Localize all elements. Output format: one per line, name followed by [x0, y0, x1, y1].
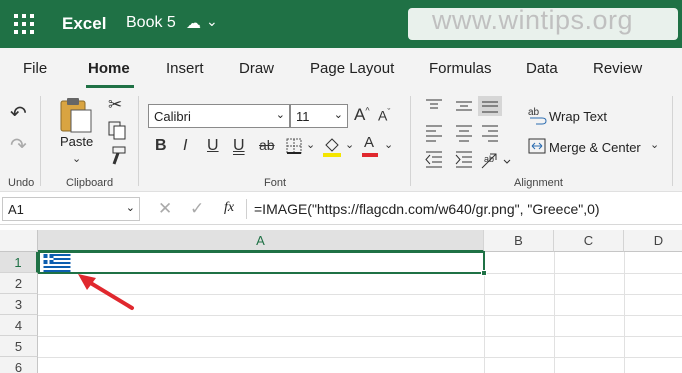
- divider: [246, 199, 247, 219]
- formula-input[interactable]: =IMAGE("https://flagcdn.com/w640/gr.png"…: [254, 201, 600, 217]
- chevron-down-icon: [503, 159, 511, 164]
- align-center-icon: [456, 125, 472, 142]
- name-box-value: A1: [8, 202, 24, 217]
- name-box[interactable]: A1 ⌄: [2, 197, 140, 221]
- wrap-text-icon[interactable]: ab: [528, 106, 548, 126]
- underline-icon[interactable]: U: [207, 138, 219, 154]
- merge-center-button[interactable]: Merge & Center: [549, 140, 641, 155]
- column-header-c[interactable]: C: [554, 230, 624, 252]
- increase-font-icon[interactable]: A^: [354, 106, 370, 123]
- column-header-a[interactable]: A: [38, 230, 484, 252]
- font-size-dropdown[interactable]: 11 ⌄: [290, 104, 348, 128]
- font-color-swatch: [362, 153, 378, 157]
- divider: [410, 96, 411, 186]
- row-header-6[interactable]: 6: [0, 357, 38, 373]
- chevron-down-icon[interactable]: ⌄: [72, 154, 81, 165]
- chevron-down-icon[interactable]: ⌄: [345, 140, 354, 151]
- app-name[interactable]: Excel: [62, 14, 106, 34]
- select-all-corner[interactable]: [0, 230, 38, 252]
- alignment-group-label: Alignment: [514, 177, 563, 189]
- tab-formulas[interactable]: Formulas: [429, 60, 492, 77]
- fill-color-icon[interactable]: [322, 135, 342, 157]
- alignment-buttons: ab: [425, 96, 511, 169]
- greece-flag-image: [43, 254, 71, 272]
- font-size-value: 11: [296, 109, 310, 124]
- font-group-label: Font: [264, 177, 287, 189]
- ribbon: ↶ ↷ Undo Paste ⌄ ✂ Clipboard Calibri ⌄ 1…: [0, 88, 682, 192]
- font-color-icon[interactable]: A: [364, 135, 374, 150]
- book-name[interactable]: Book 5: [126, 14, 176, 32]
- enter-icon[interactable]: ✓: [190, 199, 204, 219]
- double-underline-icon[interactable]: U: [233, 138, 245, 154]
- row-header-1[interactable]: 1: [0, 252, 38, 273]
- worksheet-grid: A B C D 1 2 3 4 5 6: [0, 226, 682, 373]
- divider: [40, 96, 41, 186]
- merge-center-icon[interactable]: [528, 138, 546, 154]
- bold-icon[interactable]: B: [155, 138, 167, 154]
- column-header-d[interactable]: D: [624, 230, 682, 252]
- strikethrough-icon[interactable]: ab: [259, 138, 275, 152]
- tab-draw[interactable]: Draw: [239, 60, 274, 77]
- align-right-icon: [482, 125, 498, 142]
- divider: [138, 96, 139, 186]
- italic-icon[interactable]: I: [183, 138, 187, 154]
- tab-review[interactable]: Review: [593, 60, 642, 77]
- chevron-down-icon[interactable]: ⌄: [650, 140, 659, 151]
- increase-indent-icon: [455, 151, 472, 168]
- chevron-down-icon: ⌄: [333, 109, 343, 121]
- title-bar: Excel Book 5 ☁ ⌄ www.wintips.org: [0, 0, 682, 48]
- paste-label[interactable]: Paste: [60, 134, 93, 149]
- borders-icon[interactable]: [286, 138, 302, 154]
- row-header-4[interactable]: 4: [0, 315, 38, 336]
- font-name-value: Calibri: [154, 109, 191, 124]
- gridline: [554, 252, 555, 373]
- chevron-down-icon[interactable]: ⌄: [306, 140, 315, 151]
- undo-group-label: Undo: [8, 177, 35, 189]
- wrap-text-button[interactable]: Wrap Text: [549, 109, 607, 124]
- decrease-font-icon[interactable]: Aˇ: [378, 108, 390, 123]
- tab-file[interactable]: File: [23, 60, 47, 77]
- watermark: www.wintips.org: [432, 5, 634, 35]
- chevron-down-icon[interactable]: ⌄: [384, 140, 393, 151]
- chevron-down-icon: ⌄: [125, 202, 135, 214]
- svg-text:ab: ab: [484, 154, 494, 164]
- gridline: [38, 357, 682, 358]
- column-header-b[interactable]: B: [484, 230, 554, 252]
- saved-cloud-icon[interactable]: ☁: [186, 14, 201, 32]
- insert-function-icon[interactable]: fx: [224, 200, 234, 216]
- tab-data[interactable]: Data: [526, 60, 558, 77]
- formula-bar: A1 ⌄ ✕ ✓ fx =IMAGE("https://flagcdn.com/…: [0, 193, 682, 225]
- annotation-arrow: [78, 274, 134, 310]
- chevron-down-icon: ⌄: [275, 109, 285, 121]
- cut-icon[interactable]: ✂: [108, 96, 122, 113]
- orientation-icon: ab: [481, 153, 497, 169]
- tab-insert[interactable]: Insert: [166, 60, 204, 77]
- row-header-5[interactable]: 5: [0, 336, 38, 357]
- format-painter-icon[interactable]: [108, 146, 126, 166]
- fill-handle[interactable]: [481, 270, 487, 276]
- align-left-icon: [426, 125, 442, 142]
- divider: [672, 96, 673, 186]
- align-middle-icon: [456, 101, 472, 111]
- align-top-icon: [426, 99, 442, 109]
- font-name-dropdown[interactable]: Calibri ⌄: [148, 104, 290, 128]
- decrease-indent-icon: [425, 151, 442, 168]
- gridline: [624, 252, 625, 373]
- undo-icon[interactable]: ↶: [10, 104, 27, 124]
- redo-icon[interactable]: ↷: [10, 136, 27, 156]
- row-header-2[interactable]: 2: [0, 273, 38, 294]
- ribbon-tabs: File Home Insert Draw Page Layout Formul…: [0, 48, 682, 88]
- gridline: [38, 336, 682, 337]
- chevron-down-icon[interactable]: ⌄: [206, 13, 218, 30]
- tab-home[interactable]: Home: [88, 60, 130, 77]
- paste-icon[interactable]: [58, 96, 94, 134]
- row-header-3[interactable]: 3: [0, 294, 38, 315]
- app-launcher-icon[interactable]: [14, 14, 34, 34]
- svg-text:ab: ab: [528, 107, 540, 118]
- cancel-icon[interactable]: ✕: [158, 199, 172, 219]
- copy-icon[interactable]: [108, 121, 126, 141]
- tab-page-layout[interactable]: Page Layout: [310, 60, 394, 77]
- clipboard-group-label: Clipboard: [66, 177, 114, 189]
